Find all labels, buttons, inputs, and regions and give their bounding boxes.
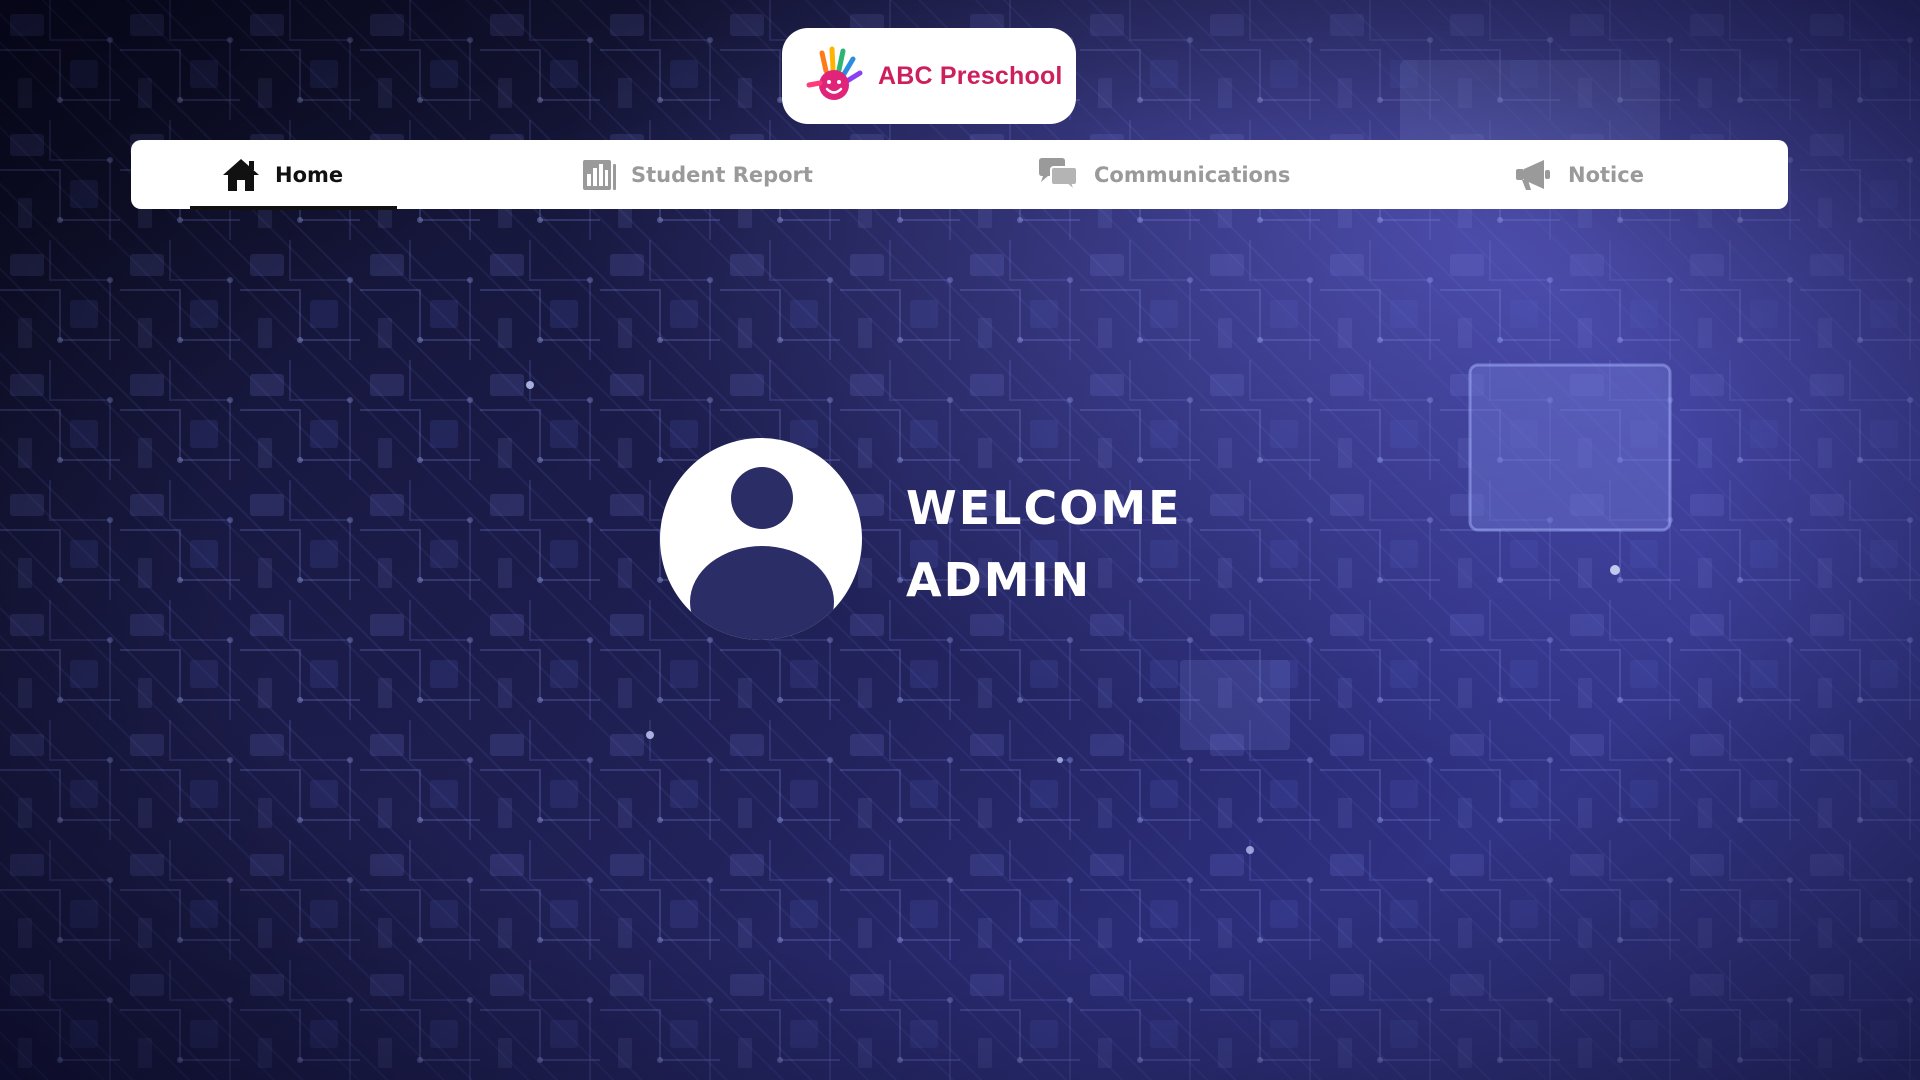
welcome-message: WELCOME ADMIN	[906, 472, 1182, 616]
nav-item-communications[interactable]: Communications	[1036, 140, 1290, 209]
nav-label-home: Home	[275, 162, 344, 187]
active-tab-indicator	[190, 206, 397, 210]
nav-label-student-report: Student Report	[631, 162, 813, 187]
hand-logo-icon	[806, 46, 863, 100]
brand-name: ABC Preschool	[878, 61, 1063, 90]
home-icon	[221, 157, 261, 193]
app-background: ABC Preschool Home Student Report Commun…	[0, 0, 1920, 1080]
main-navbar: Home Student Report Communications Notic…	[131, 140, 1788, 210]
welcome-line-1: WELCOME	[906, 481, 1182, 535]
nav-item-student-report[interactable]: Student Report	[581, 140, 813, 209]
chat-icon	[1036, 157, 1080, 193]
nav-item-notice[interactable]: Notice	[1514, 140, 1644, 209]
welcome-line-2: ADMIN	[906, 553, 1092, 607]
nav-label-communications: Communications	[1094, 162, 1291, 187]
nav-item-home[interactable]: Home	[221, 140, 343, 209]
megaphone-icon	[1514, 158, 1554, 192]
report-icon	[581, 158, 617, 192]
nav-label-notice: Notice	[1568, 162, 1644, 187]
user-icon	[660, 438, 862, 640]
brand-logo[interactable]: ABC Preschool	[782, 28, 1076, 124]
